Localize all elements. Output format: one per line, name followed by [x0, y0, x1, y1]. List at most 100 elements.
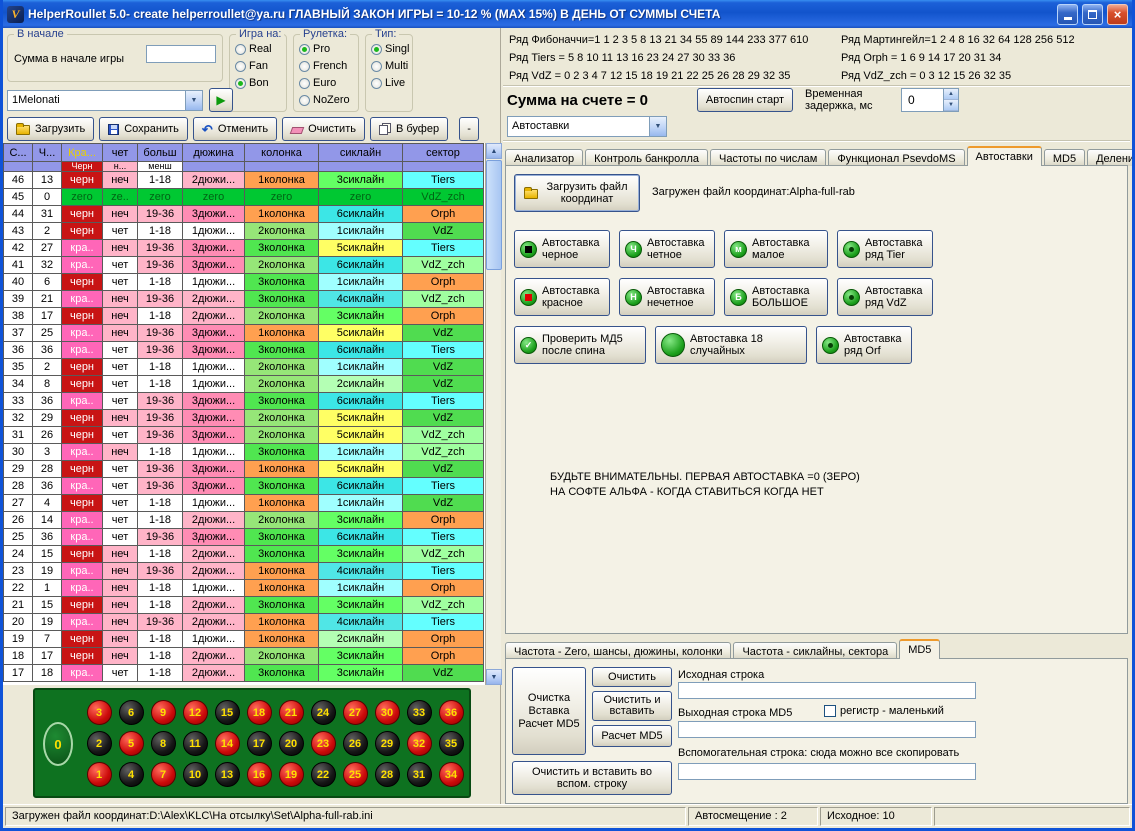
board-number-1[interactable]: 1 [87, 762, 112, 787]
tab-Функционал PsevdoMS[interactable]: Функционал PsevdoMS [828, 149, 964, 166]
start-sum-input[interactable] [146, 45, 216, 63]
aux-string-input[interactable] [678, 763, 976, 780]
source-string-input[interactable] [678, 682, 976, 699]
md5-clear-button[interactable]: Очистить [592, 667, 672, 687]
delay-spinner[interactable]: 0 ▲ ▼ [901, 88, 959, 112]
board-number-4[interactable]: 4 [119, 762, 144, 787]
radio-option-fan[interactable]: Fan [235, 60, 272, 72]
board-number-31[interactable]: 31 [407, 762, 432, 787]
table-row[interactable]: 3336кра..чет19-363дюжи...3колонка6сиклай… [4, 393, 484, 410]
autobet-tier-bet-button[interactable]: Автоставка ряд Tier [837, 230, 933, 268]
radio-option-bon[interactable]: Bon [235, 77, 272, 89]
radio-option-live[interactable]: Live [371, 77, 409, 89]
autobet-orf-bet-button[interactable]: Автоставка ряд Orf [816, 326, 912, 364]
board-number-24[interactable]: 24 [311, 700, 336, 725]
clear-button[interactable]: Очистить [282, 117, 365, 141]
maximize-button[interactable] [1082, 4, 1103, 25]
copy-buffer-button[interactable]: В буфер [370, 117, 448, 141]
save-button[interactable]: Сохранить [99, 117, 188, 141]
table-row[interactable]: 274чернчет1-181дюжи...1колонка1сиклайнVd… [4, 495, 484, 512]
spinner-down-icon[interactable]: ▼ [944, 100, 958, 111]
md5-calc-button[interactable]: Расчет MD5 [592, 725, 672, 747]
output-string-input[interactable] [678, 721, 976, 738]
bottom-tab-Частота - Zero, шансы, дюжины, колонки[interactable]: Частота - Zero, шансы, дюжины, колонки [505, 642, 731, 659]
table-row[interactable]: 197черннеч1-181дюжи...1колонка2сиклайнOr… [4, 631, 484, 648]
board-number-33[interactable]: 33 [407, 700, 432, 725]
undo-button[interactable]: ↶Отменить [193, 117, 277, 141]
board-number-19[interactable]: 19 [279, 762, 304, 787]
board-number-15[interactable]: 15 [215, 700, 240, 725]
autobet-small-bet-button[interactable]: мАвтоставка малое [724, 230, 828, 268]
table-row[interactable]: 3126чернчет19-363дюжи...2колонка5сиклайн… [4, 427, 484, 444]
board-number-36[interactable]: 36 [439, 700, 464, 725]
board-number-27[interactable]: 27 [343, 700, 368, 725]
load-button[interactable]: Загрузить [7, 117, 94, 141]
profile-combobox[interactable]: 1Melonati ▼ [7, 90, 203, 111]
bottom-tab-Частота - сиклайны, сектора[interactable]: Частота - сиклайны, сектора [733, 642, 897, 659]
table-row[interactable]: 450zeroze..zerozerozerozeroVdZ_zch [4, 189, 484, 206]
autobet-random18-bet-button[interactable]: Автоставка 18 случайных [655, 326, 807, 364]
autobet-big-bet-button[interactable]: БАвтоставка БОЛЬШОЕ [724, 278, 828, 316]
tab-Автоставки[interactable]: Автоставки [967, 146, 1042, 166]
board-number-35[interactable]: 35 [439, 731, 464, 756]
table-row[interactable]: 2115черннеч1-182дюжи...3колонка3сиклайнV… [4, 597, 484, 614]
table-row[interactable]: 4132кра..чет19-363дюжи...2колонка6сиклай… [4, 257, 484, 274]
tab-Делени[interactable]: Делени [1087, 149, 1135, 166]
board-number-9[interactable]: 9 [151, 700, 176, 725]
table-row[interactable]: 2536кра..чет19-363дюжи...3колонка6сиклай… [4, 529, 484, 546]
board-number-5[interactable]: 5 [119, 731, 144, 756]
bottom-tab-MD5[interactable]: MD5 [899, 639, 940, 659]
table-row[interactable]: 3636кра..чет19-363дюжи...3колонка6сиклай… [4, 342, 484, 359]
chevron-down-icon[interactable]: ▼ [649, 117, 666, 136]
table-row[interactable]: 3229черннеч19-363дюжи...2колонка5сиклайн… [4, 410, 484, 427]
checkbox-icon[interactable] [824, 705, 836, 717]
radio-option-pro[interactable]: Pro [299, 43, 350, 55]
table-row[interactable]: 4227кра..неч19-363дюжи...3колонка5сиклай… [4, 240, 484, 257]
scroll-down-icon[interactable]: ▼ [486, 669, 502, 685]
table-row[interactable]: 352чернчет1-181дюжи...2колонка1сиклайнVd… [4, 359, 484, 376]
table-row[interactable]: 4613черннеч1-182дюжи...1колонка3сиклайнT… [4, 172, 484, 189]
board-number-7[interactable]: 7 [151, 762, 176, 787]
autospin-start-button[interactable]: Автоспин старт [697, 88, 793, 112]
autobet-red-bet-button[interactable]: Автоставка красное [514, 278, 610, 316]
md5-wide-button[interactable]: Очистить и вставить во вспом. строку [512, 761, 672, 795]
autobet-vdz-bet-button[interactable]: Автоставка ряд VdZ [837, 278, 933, 316]
board-number-21[interactable]: 21 [279, 700, 304, 725]
scroll-up-icon[interactable]: ▲ [486, 143, 502, 159]
radio-option-french[interactable]: French [299, 60, 350, 72]
board-number-30[interactable]: 30 [375, 700, 400, 725]
board-number-17[interactable]: 17 [247, 731, 272, 756]
table-row[interactable]: 2928чернчет19-363дюжи...1колонка5сиклайн… [4, 461, 484, 478]
table-row[interactable]: 2415черннеч1-182дюжи...3колонка3сиклайнV… [4, 546, 484, 563]
board-zero[interactable]: 0 [43, 722, 73, 766]
table-row[interactable]: 432чернчет1-181дюжи...2колонка1сиклайнVd… [4, 223, 484, 240]
board-number-2[interactable]: 2 [87, 731, 112, 756]
board-number-34[interactable]: 34 [439, 762, 464, 787]
board-number-12[interactable]: 12 [183, 700, 208, 725]
board-number-16[interactable]: 16 [247, 762, 272, 787]
scrollbar-thumb[interactable] [486, 160, 502, 270]
table-row[interactable]: 348чернчет1-181дюжи...2колонка2сиклайнVd… [4, 376, 484, 393]
radio-option-real[interactable]: Real [235, 43, 272, 55]
table-row[interactable]: 3817черннеч1-182дюжи...2колонка3сиклайнO… [4, 308, 484, 325]
board-number-8[interactable]: 8 [151, 731, 176, 756]
minimize-button[interactable] [1057, 4, 1078, 25]
autobet-combobox[interactable]: Автоставки ▼ [507, 116, 667, 137]
table-row[interactable]: 1817черннеч1-182дюжи...2колонка3сиклайнO… [4, 648, 484, 665]
board-number-6[interactable]: 6 [119, 700, 144, 725]
table-row[interactable]: 1718кра..чет1-182дюжи...3колонка3сиклайн… [4, 665, 484, 682]
autobet-even-bet-button[interactable]: ЧАвтоставка четное [619, 230, 715, 268]
radio-option-euro[interactable]: Euro [299, 77, 350, 89]
board-number-22[interactable]: 22 [311, 762, 336, 787]
collapse-button[interactable]: - [459, 117, 479, 141]
board-number-32[interactable]: 32 [407, 731, 432, 756]
radio-option-multi[interactable]: Multi [371, 60, 409, 72]
radio-option-singl[interactable]: Singl [371, 43, 409, 55]
table-row[interactable]: 3725кра..неч19-363дюжи...1колонка5сиклай… [4, 325, 484, 342]
table-row[interactable]: 3921кра..неч19-362дюжи...3колонка4сиклай… [4, 291, 484, 308]
table-row[interactable]: 221кра..неч1-181дюжи...1колонка1сиклайнO… [4, 580, 484, 597]
tab-MD5[interactable]: MD5 [1044, 149, 1085, 166]
board-number-18[interactable]: 18 [247, 700, 272, 725]
table-row[interactable]: 2614кра..чет1-182дюжи...2колонка3сиклайн… [4, 512, 484, 529]
table-row[interactable]: 4431черннеч19-363дюжи...1колонка6сиклайн… [4, 206, 484, 223]
